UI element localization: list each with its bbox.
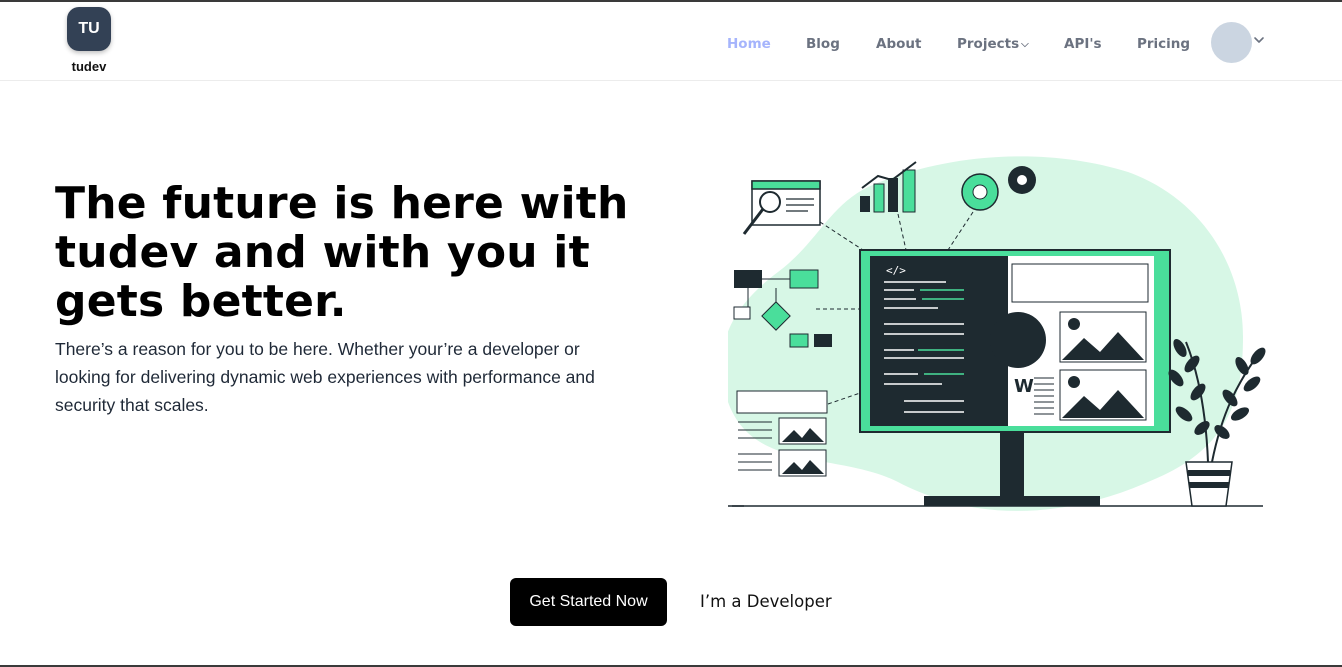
developer-link[interactable]: I’m a Developer bbox=[700, 592, 832, 611]
svg-text:W: W bbox=[1014, 376, 1034, 397]
nav-link-pricing[interactable]: Pricing bbox=[1137, 36, 1190, 52]
developer-illustration: </> W bbox=[728, 156, 1266, 511]
nav-link-apis[interactable]: API's bbox=[1064, 36, 1102, 52]
chevron-down-icon[interactable] bbox=[1253, 35, 1265, 45]
chevron-down-icon: ⌵ bbox=[1021, 39, 1029, 50]
nav-link-projects-label: Projects bbox=[957, 36, 1020, 52]
nav-link-blog[interactable]: Blog bbox=[806, 36, 840, 52]
logo-badge: TU bbox=[67, 7, 111, 51]
nav-link-home[interactable]: Home bbox=[727, 36, 771, 52]
get-started-button[interactable]: Get Started Now bbox=[510, 578, 667, 626]
logo-text: tudev bbox=[71, 59, 107, 74]
avatar[interactable] bbox=[1211, 22, 1252, 63]
nav-link-projects[interactable]: Projects ⌵ bbox=[957, 36, 1029, 52]
svg-text:</>: </> bbox=[886, 264, 906, 277]
hero-description: There’s a reason for you to be here. Whe… bbox=[55, 339, 595, 415]
hero-title: The future is here with tudev and with y… bbox=[55, 178, 629, 327]
navbar: TU tudev Home Blog About Projects ⌵ API's… bbox=[0, 2, 1342, 81]
logo[interactable]: TU tudev bbox=[67, 7, 111, 74]
nav-link-about[interactable]: About bbox=[876, 36, 921, 52]
